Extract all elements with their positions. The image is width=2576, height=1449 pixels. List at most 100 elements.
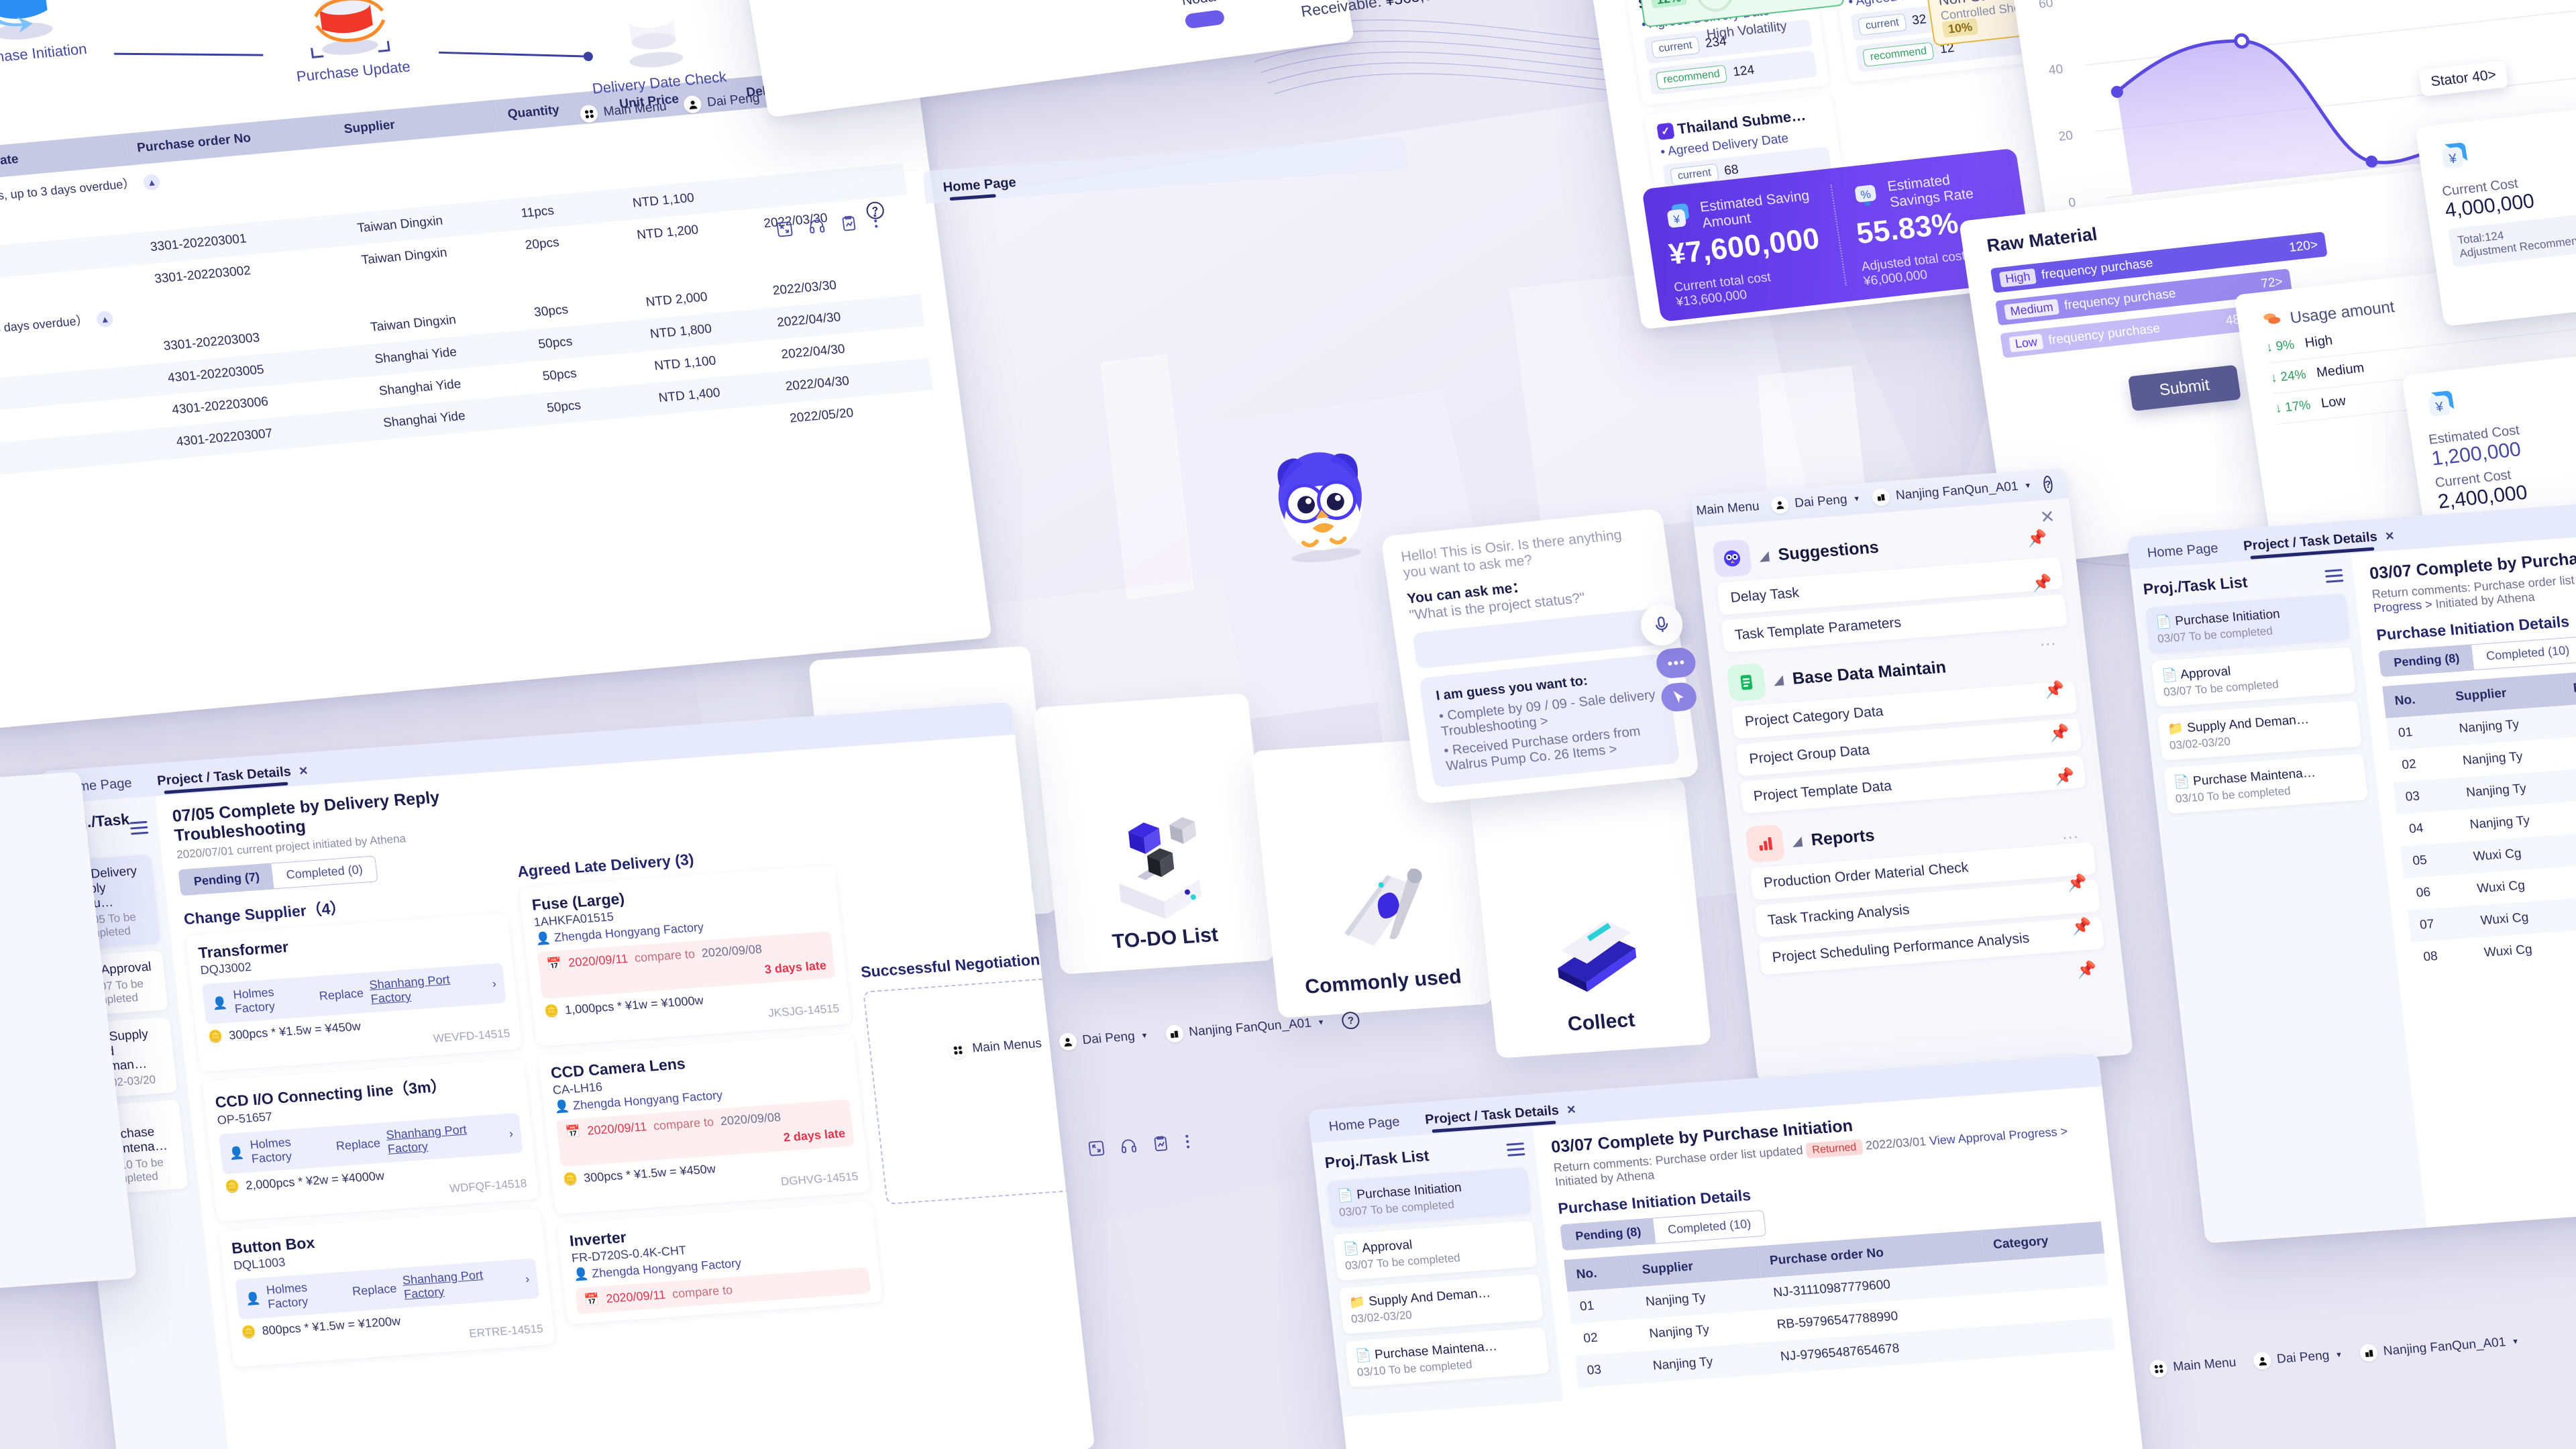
help-icon[interactable]: ? (1341, 1011, 1361, 1030)
main-menu-button[interactable]: Main Menu (1690, 498, 1760, 522)
user-icon (2252, 1351, 2272, 1371)
chevron-right-icon[interactable]: › (508, 1126, 514, 1140)
assistant-chat-panel: Hello! This is Osir. Is there anything y… (1381, 508, 1700, 804)
hamburger-icon[interactable] (129, 820, 149, 835)
task-list-item[interactable]: 📄 Approval 03/07 To be completed (2151, 647, 2357, 708)
segment-completed[interactable]: Completed (0) (271, 856, 378, 889)
submit-button[interactable]: Submit (2127, 364, 2242, 412)
detail-date: 2022/03/01 (1864, 1134, 1927, 1152)
tab-home-page[interactable]: Home Page (2145, 537, 2221, 568)
factory-person-icon: 👤 (572, 1267, 590, 1282)
pin-icon[interactable]: 📌 (2026, 529, 2048, 549)
database-blue-icon (0, 0, 53, 40)
late-delivery-card[interactable]: CCD Camera Lens CA-LH16 👤 Zhengda Hongya… (538, 1033, 871, 1215)
pending-completed-segment[interactable]: Pending (8) Completed (10) (1560, 1210, 1767, 1251)
yen-blue-icon: ¥ (2438, 142, 2475, 178)
factory-icon (1165, 1024, 1184, 1043)
collapse-icon[interactable]: ▲ (95, 310, 115, 328)
task-list-item[interactable]: 📁 Supply And Deman… 03/02-03/20 (2157, 700, 2363, 761)
segment-completed[interactable]: Completed (10) (2471, 637, 2576, 670)
col-purchase-order-no[interactable]: Purchase order No (2561, 659, 2576, 706)
pin-icon[interactable]: 📌 (2071, 916, 2093, 937)
pin-icon[interactable]: 📌 (2076, 959, 2098, 980)
late-delivery-card[interactable]: Inverter FR-D720S-0.4K-CHT 👤 Zhengda Hon… (557, 1201, 883, 1325)
home-card-collect[interactable]: Collect (1469, 777, 1712, 1059)
user-menu[interactable]: Dai Peng ▼ (1058, 1027, 1149, 1051)
segment-completed[interactable]: Completed (10) (1653, 1210, 1766, 1244)
expand-icon[interactable] (775, 220, 795, 243)
risk-pct-badge: 10% (1941, 17, 1979, 38)
hamburger-icon[interactable] (1506, 1142, 1525, 1157)
task-list-item[interactable]: 📄 Purchase Initiation 03/07 To be comple… (1327, 1167, 1532, 1228)
flow-step-3[interactable]: Delivery Date Check (561, 0, 747, 99)
tab-home-page[interactable]: Home Page (1326, 1110, 1403, 1142)
pending-completed-segment[interactable]: Pending (7) Completed (0) (178, 855, 378, 896)
late-delivery-card[interactable]: Fuse (Large) 1AHKFA01515 👤 Zhengda Hongy… (519, 865, 852, 1046)
task-list-item[interactable]: 📄 Approval 03/07 To be completed (1332, 1220, 1538, 1281)
calendar-icon: 📅 (584, 1292, 600, 1307)
change-supplier-card[interactable]: CCD I/O Connecting line（3m） OP-51657 👤 H… (202, 1058, 539, 1222)
current-cost-card: ¥ Current Cost 4,000,000 Total:124 Adjus… (2415, 96, 2576, 327)
task-list-item[interactable]: 📄 Purchase Maintena… 03/10 To be complet… (2163, 753, 2368, 814)
change-supplier-card[interactable]: Transformer DQJ3002 👤 Holmes Factory Rep… (185, 912, 523, 1072)
help-icon[interactable]: ? (2042, 475, 2053, 494)
chevron-down-icon: ▼ (2334, 1350, 2343, 1360)
chevron-right-icon[interactable]: › (492, 976, 497, 990)
close-icon[interactable]: ✕ (2039, 506, 2056, 527)
segment-pending[interactable]: Pending (7) (178, 863, 274, 896)
user-menu[interactable]: Dai Peng ▼ (1770, 490, 1862, 515)
pin-icon[interactable]: 📌 (2043, 680, 2065, 700)
close-icon[interactable]: ✕ (2384, 529, 2395, 543)
headset-icon[interactable] (807, 217, 827, 239)
pending-completed-segment[interactable]: Pending (8) Completed (10) (2378, 636, 2576, 678)
yen-coin-icon: 🪙 (240, 1324, 257, 1339)
supplier-to-link[interactable]: Shanhang Port Factory (402, 1265, 521, 1301)
task-label: Approval (1361, 1238, 1413, 1256)
tab-home-page[interactable]: Home Page (941, 171, 1019, 203)
headset-icon[interactable] (1119, 1136, 1139, 1159)
risk-donut: 12% (1694, 0, 1736, 14)
supplier-to-link[interactable]: Shanhang Port Factory (386, 1120, 504, 1157)
main-menus-button[interactable]: Main Menus (948, 1035, 1042, 1060)
user-name: Dai Peng (2275, 1348, 2330, 1366)
usage-label: High (2304, 333, 2334, 351)
segment-pending[interactable]: Pending (8) (1560, 1218, 1656, 1250)
proj-task-list-title: Proj./Task List (1324, 1146, 1430, 1172)
close-icon[interactable]: ✕ (1566, 1103, 1576, 1116)
home-card-todo-list[interactable]: TO-DO List (1033, 693, 1276, 975)
segment-pending[interactable]: Pending (8) (2379, 645, 2475, 677)
expand-icon[interactable] (1087, 1139, 1107, 1162)
main-menu-button[interactable]: Main Menu (2149, 1354, 2237, 1379)
supplier-from: Holmes Factory (249, 1135, 293, 1166)
clipboard-chart-icon[interactable] (839, 214, 859, 237)
task-list-item[interactable]: 📄 Purchase Initiation 03/07 To be comple… (2145, 593, 2351, 654)
cell-no: 05 (2412, 853, 2428, 869)
task-list-item[interactable]: 📁 Supply And Deman… 03/02-03/20 (1338, 1273, 1544, 1334)
cell-no: 04 (2408, 821, 2424, 837)
pin-icon[interactable]: 📌 (2065, 873, 2088, 894)
hamburger-icon[interactable] (2324, 569, 2344, 583)
change-supplier-card[interactable]: Button Box DQL1003 👤 Holmes Factory Repl… (219, 1208, 556, 1367)
pin-icon[interactable]: 📌 (2053, 766, 2076, 787)
user-menu[interactable]: Dai Peng ▼ (2252, 1346, 2344, 1371)
more-dots-icon[interactable]: … (2037, 629, 2059, 651)
pin-icon[interactable]: 📌 (2031, 573, 2053, 594)
coins-icon (2261, 307, 2284, 333)
org-selector[interactable]: Nanjing FanQun_A01 ▼ (1165, 1014, 1326, 1043)
col-no[interactable]: No. (2382, 682, 2447, 718)
task-list-item[interactable]: 📄 Purchase Maintena… 03/10 To be complet… (1344, 1327, 1550, 1388)
more-dots-icon[interactable]: … (2060, 822, 2082, 844)
clipboard-chart-icon[interactable] (1151, 1134, 1171, 1157)
doc-icon: 📄 (1354, 1348, 1373, 1364)
pin-icon[interactable]: 📌 (2049, 723, 2071, 744)
late-old-date: 2020/09/08 (719, 1110, 782, 1128)
supplier-to-link[interactable]: Shanhang Port Factory (368, 970, 487, 1006)
org-selector[interactable]: Nanjing FanQun_A01 ▼ (2359, 1333, 2520, 1362)
col-no[interactable]: No. (1564, 1255, 1633, 1292)
close-icon[interactable]: ✕ (298, 764, 309, 777)
main-menu-button[interactable]: Main Menu (579, 98, 667, 123)
user-menu[interactable]: Dai Peng ▼ (682, 89, 774, 114)
chevron-right-icon[interactable]: › (525, 1272, 530, 1286)
org-selector[interactable]: Nanjing FanQun_A01 ▼ (1871, 477, 2033, 507)
collapse-icon[interactable]: ▲ (142, 173, 161, 191)
